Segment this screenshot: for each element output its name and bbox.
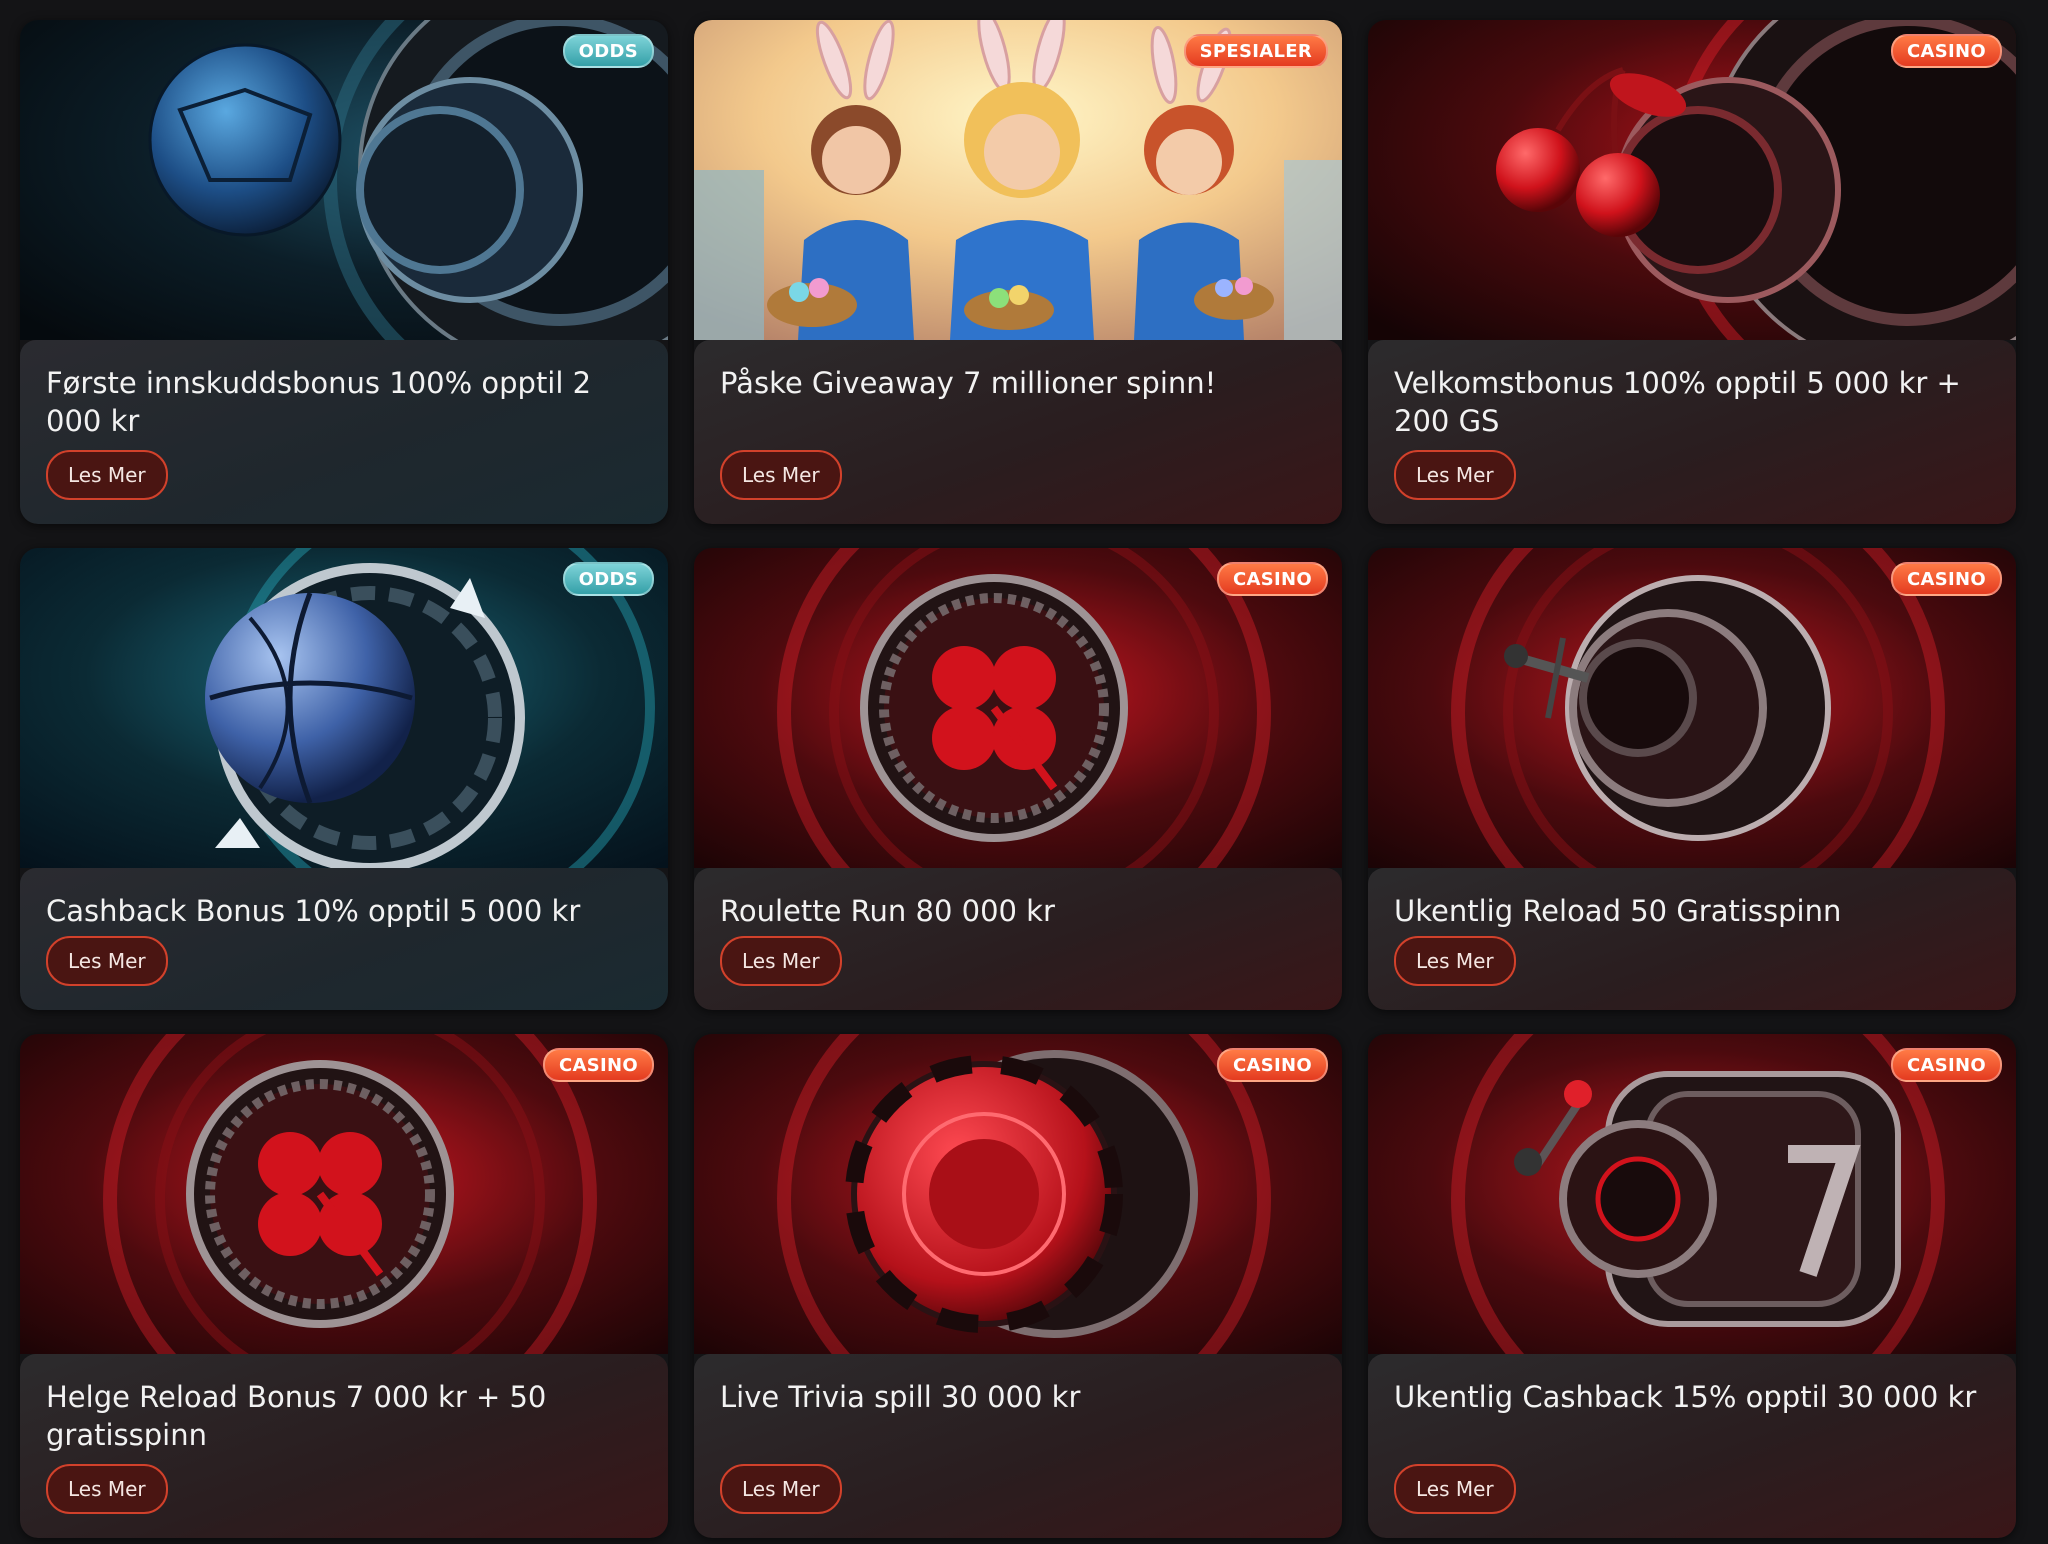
- promo-title: Live Trivia spill 30 000 kr: [720, 1380, 1081, 1414]
- read-more-button[interactable]: Les Mer: [720, 1464, 842, 1514]
- promo-card[interactable]: ODDS Cashback Bonus 10% opptil 5 000 kr …: [20, 548, 668, 1010]
- category-badge: CASINO: [543, 1048, 654, 1082]
- promo-card[interactable]: CASINO Helge Reload Bonus 7 000 kr + 50 …: [20, 1034, 668, 1538]
- promo-title: Påske Giveaway 7 millioner spinn!: [720, 366, 1217, 400]
- category-badge: CASINO: [1891, 34, 2002, 68]
- category-badge: SPESIALER: [1183, 34, 1328, 68]
- promo-image: [694, 548, 1342, 868]
- read-more-button[interactable]: Les Mer: [720, 450, 842, 500]
- promo-title: Cashback Bonus 10% opptil 5 000 kr: [46, 894, 581, 928]
- category-badge: CASINO: [1217, 1048, 1328, 1082]
- promo-title: Ukentlig Reload 50 Gratisspinn: [1394, 894, 1842, 928]
- promo-image: [20, 20, 668, 340]
- promo-card[interactable]: CASINO Ukentlig Reload 50 Gratisspinn Le…: [1368, 548, 2016, 1010]
- promo-image: [694, 20, 1342, 340]
- promo-card[interactable]: SPESIALER Påske Giveaway 7 millioner spi…: [694, 20, 1342, 524]
- promo-card[interactable]: CASINO Roulette Run 80 000 kr Les Mer: [694, 548, 1342, 1010]
- category-badge: ODDS: [562, 562, 654, 596]
- read-more-button[interactable]: Les Mer: [720, 936, 842, 986]
- promo-title: Velkomstbonus 100% opptil 5 000 kr + 200…: [1394, 366, 1961, 438]
- category-badge: CASINO: [1891, 1048, 2002, 1082]
- category-badge: ODDS: [562, 34, 654, 68]
- promo-title: Helge Reload Bonus 7 000 kr + 50 gratiss…: [46, 1380, 547, 1452]
- read-more-button[interactable]: Les Mer: [1394, 936, 1516, 986]
- read-more-button[interactable]: Les Mer: [1394, 1464, 1516, 1514]
- promo-title: Ukentlig Cashback 15% opptil 30 000 kr: [1394, 1380, 1977, 1414]
- promo-image: [20, 548, 668, 868]
- promo-image: [1368, 1034, 2016, 1354]
- promo-card[interactable]: CASINO Ukentlig Cashback 15% opptil 30 0…: [1368, 1034, 2016, 1538]
- read-more-button[interactable]: Les Mer: [46, 936, 168, 986]
- promotions-grid: ODDS Første innskuddsbonus 100% opptil 2…: [20, 20, 2016, 1538]
- promo-card[interactable]: CASINO Live Trivia spill 30 000 kr Les M…: [694, 1034, 1342, 1538]
- category-badge: CASINO: [1217, 562, 1328, 596]
- read-more-button[interactable]: Les Mer: [46, 450, 168, 500]
- promo-image: [1368, 20, 2016, 340]
- promo-title: Første innskuddsbonus 100% opptil 2 000 …: [46, 366, 592, 438]
- promo-image: [20, 1034, 668, 1354]
- read-more-button[interactable]: Les Mer: [1394, 450, 1516, 500]
- promo-image: [1368, 548, 2016, 868]
- promo-title: Roulette Run 80 000 kr: [720, 894, 1055, 928]
- promo-image: [694, 1034, 1342, 1354]
- promo-card[interactable]: CASINO Velkomstbonus 100% opptil 5 000 k…: [1368, 20, 2016, 524]
- category-badge: CASINO: [1891, 562, 2002, 596]
- promo-card[interactable]: ODDS Første innskuddsbonus 100% opptil 2…: [20, 20, 668, 524]
- read-more-button[interactable]: Les Mer: [46, 1464, 168, 1514]
